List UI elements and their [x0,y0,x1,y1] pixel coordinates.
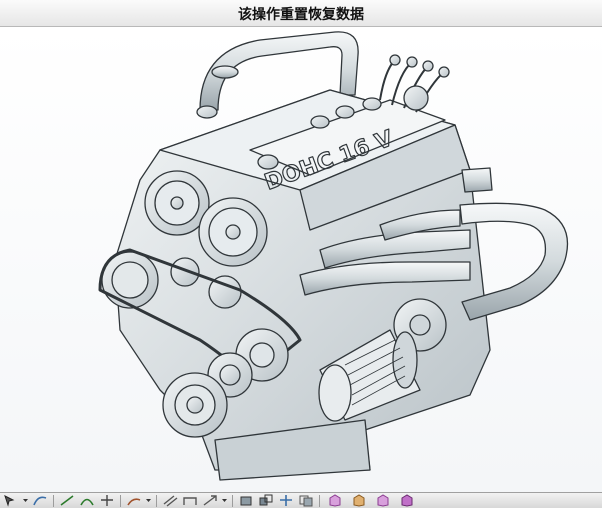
toolbar-separator [319,494,320,507]
sketch-arc-icon[interactable] [78,494,96,508]
title-bar: 该操作重置恢复数据 [0,0,602,27]
toolbar-separator [53,494,54,507]
trim-icon[interactable] [98,494,116,508]
bottom-toolbar [0,492,602,508]
toolbar-separator [156,494,157,507]
copy-icon[interactable] [297,494,315,508]
curve-icon[interactable] [31,494,49,508]
offset-icon[interactable] [161,494,179,508]
view-cube-right-icon[interactable] [372,494,394,508]
view-cube-top-icon[interactable] [324,494,346,508]
graphics-viewport[interactable]: DOHC 16 V [0,27,602,492]
sketch-line-icon[interactable] [58,494,76,508]
extend-icon[interactable] [201,494,219,508]
dropdown-icon[interactable] [145,494,152,508]
toolbar-separator [120,494,121,507]
select-icon[interactable] [2,494,20,508]
view-cube-iso-icon[interactable] [396,494,418,508]
view-cube-front-icon[interactable] [348,494,370,508]
transform-icon[interactable] [257,494,275,508]
box-icon[interactable] [237,494,255,508]
edit-curve-icon[interactable] [125,494,143,508]
dropdown-icon[interactable] [22,494,29,508]
status-message: 该操作重置恢复数据 [238,7,364,23]
toolbar-separator [232,494,233,507]
move-icon[interactable] [277,494,295,508]
engine-3d-model[interactable]: DOHC 16 V [0,27,602,492]
dropdown-icon[interactable] [221,494,228,508]
bridge-icon[interactable] [181,494,199,508]
